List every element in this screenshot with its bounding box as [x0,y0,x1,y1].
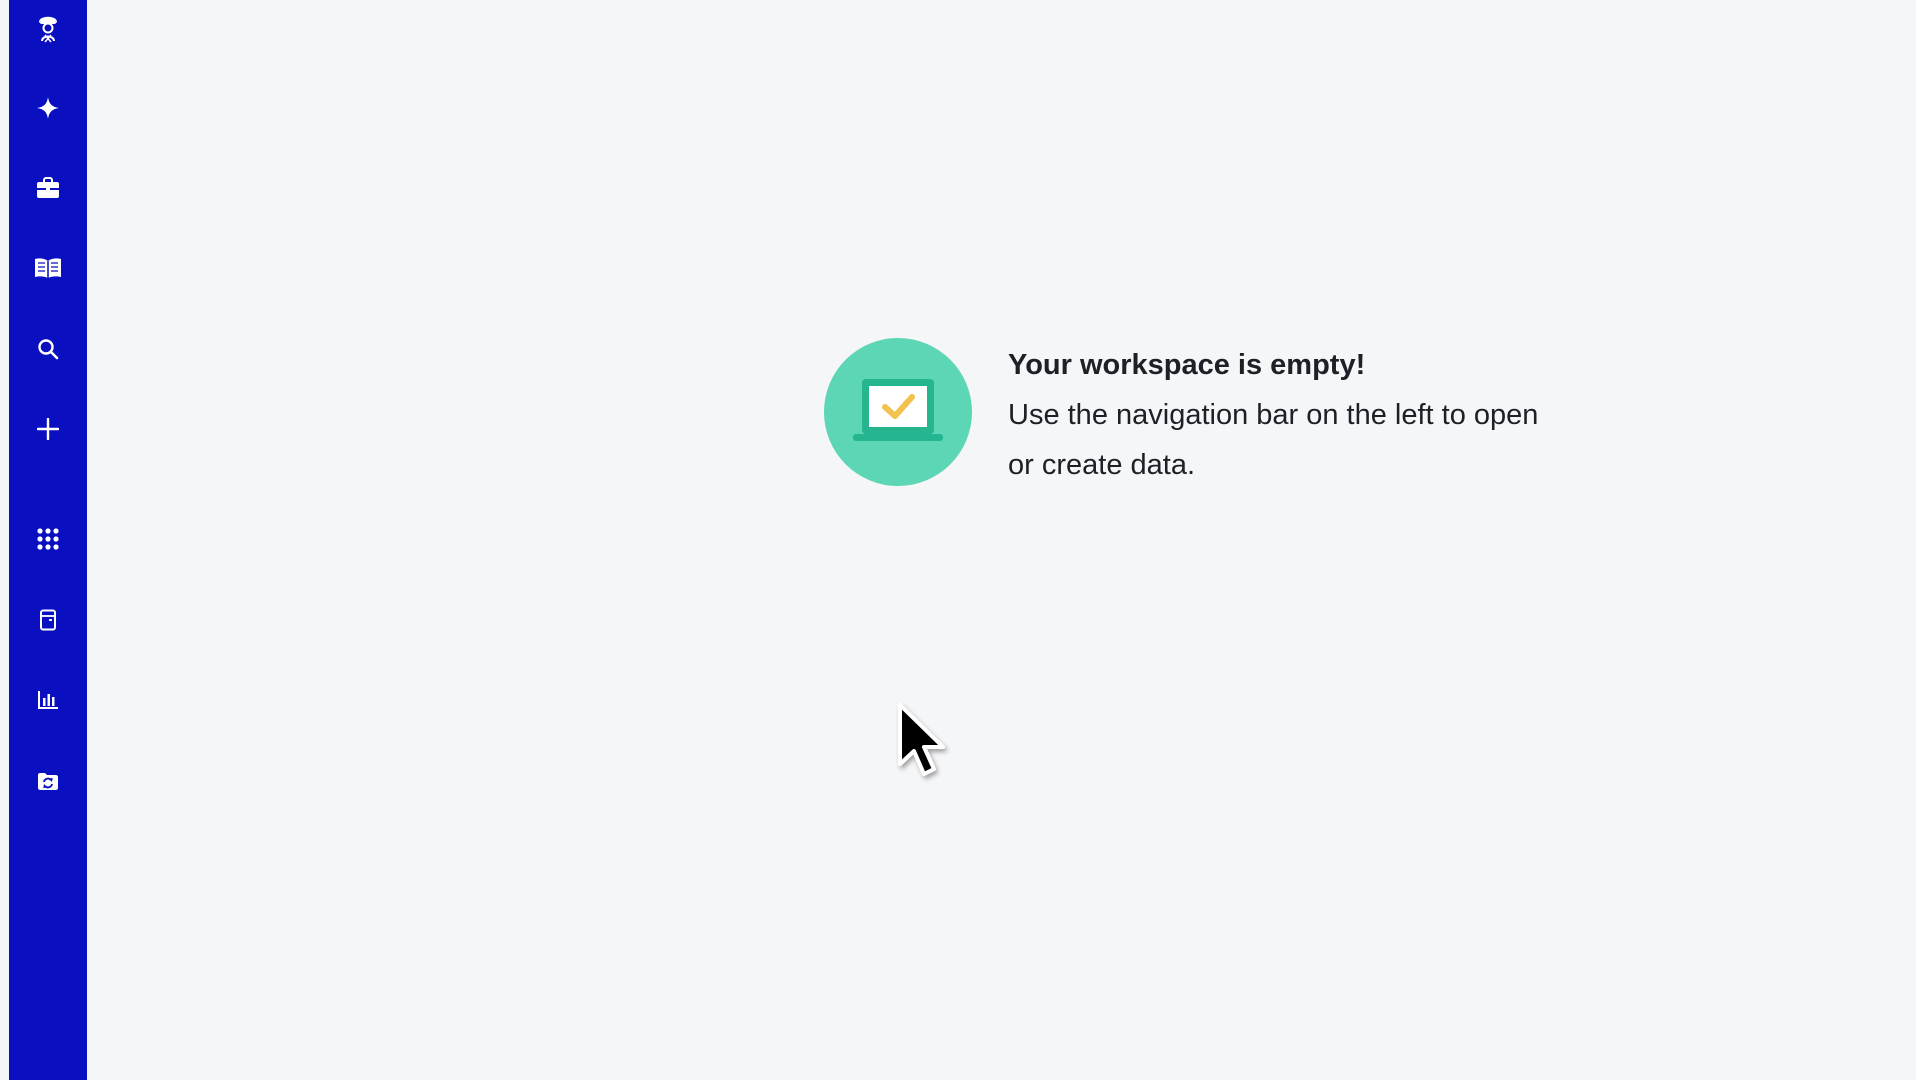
search-button[interactable] [9,321,87,377]
user-avatar-button[interactable] [9,0,87,56]
apps-grid-icon [37,528,59,550]
navigation-sidebar [9,0,87,1080]
projects-button[interactable] [9,160,87,216]
plus-icon [37,418,59,440]
search-icon [37,338,59,360]
empty-state-title: Your workspace is empty! [1008,349,1366,381]
window-edge [0,0,9,1080]
notebooks-button[interactable] [9,592,87,648]
empty-state-description: Use the navigation bar on the left to op… [1008,399,1539,481]
book-icon [34,257,62,279]
notebook-icon [39,609,57,631]
data-sources-button[interactable] [9,753,87,809]
empty-state-text: Your workspace is empty! Use the navigat… [1008,344,1548,490]
laptop-check-icon [824,338,972,486]
workspace-area [87,0,1916,1080]
briefcase-icon [36,177,60,199]
bar-chart-icon [37,690,59,710]
app-window: Your workspace is empty! Use the navigat… [0,0,1916,1080]
catalog-button[interactable] [9,240,87,296]
folder-sync-icon [37,771,59,791]
empty-workspace-message: Your workspace is empty! Use the navigat… [824,338,1548,490]
apps-button[interactable] [9,511,87,567]
mouse-pointer-icon [896,702,956,793]
create-button[interactable] [9,401,87,457]
sparkle-icon [37,97,59,119]
assistant-button[interactable] [9,80,87,136]
user-avatar-icon [36,11,60,45]
analytics-button[interactable] [9,672,87,728]
